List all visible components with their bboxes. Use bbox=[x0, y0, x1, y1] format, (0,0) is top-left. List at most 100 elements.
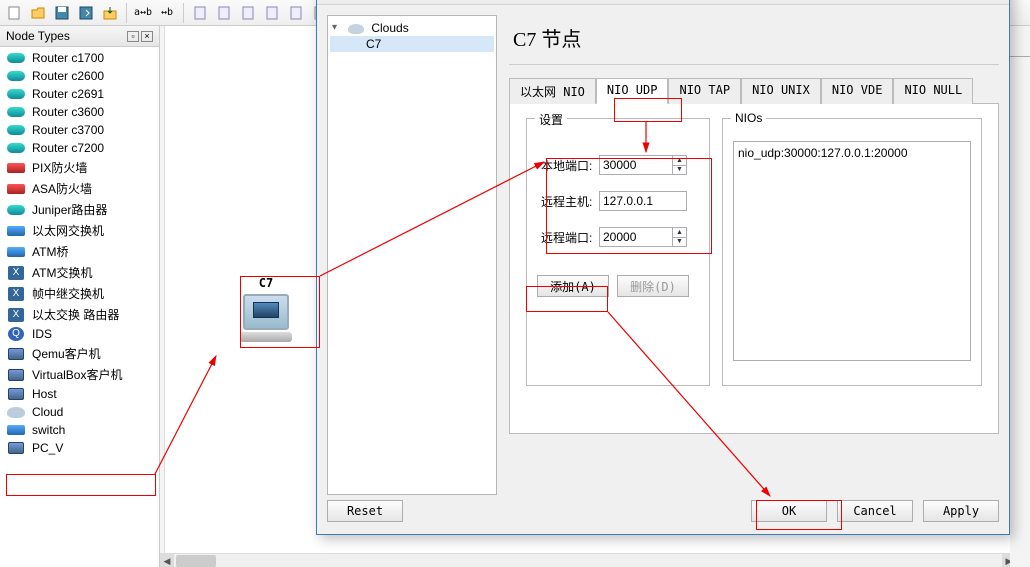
reset-button[interactable]: Reset bbox=[327, 500, 403, 522]
pc-icon bbox=[8, 369, 24, 381]
node-item-label: ATM桥 bbox=[32, 243, 68, 260]
node-item-11[interactable]: XATM交换机 bbox=[0, 262, 159, 283]
router-icon bbox=[7, 143, 25, 153]
toolbar-doc5-icon[interactable] bbox=[285, 2, 307, 24]
router-icon bbox=[7, 107, 25, 117]
right-edge-strip bbox=[1010, 26, 1030, 567]
node-item-19[interactable]: switch bbox=[0, 421, 159, 439]
tree-collapse-icon[interactable]: ▾ bbox=[332, 22, 343, 33]
local-port-spinner[interactable]: ▲▼ bbox=[673, 155, 687, 175]
tab-以太网-nio[interactable]: 以太网 NIO bbox=[509, 78, 596, 104]
firewall-icon bbox=[7, 184, 25, 194]
panel-undock-icon[interactable]: ▫ bbox=[127, 31, 139, 42]
switch-icon bbox=[7, 425, 25, 435]
apply-button[interactable]: Apply bbox=[923, 500, 999, 522]
node-item-label: Qemu客户机 bbox=[32, 345, 101, 362]
remote-host-label: 远程主机: bbox=[541, 193, 599, 210]
ok-button[interactable]: OK bbox=[751, 500, 827, 522]
node-item-6[interactable]: PIX防火墙 bbox=[0, 157, 159, 178]
dialog-footer: Reset OK Cancel Apply bbox=[327, 500, 999, 522]
node-item-label: Router c3700 bbox=[32, 123, 104, 137]
router-icon bbox=[7, 125, 25, 135]
node-item-1[interactable]: Router c2600 bbox=[0, 67, 159, 85]
node-item-13[interactable]: X以太交换 路由器 bbox=[0, 304, 159, 325]
node-item-7[interactable]: ASA防火墙 bbox=[0, 178, 159, 199]
panel-close-icon[interactable]: × bbox=[141, 31, 153, 42]
node-item-5[interactable]: Router c7200 bbox=[0, 139, 159, 157]
switch-icon bbox=[7, 247, 25, 257]
node-item-8[interactable]: Juniper路由器 bbox=[0, 199, 159, 220]
remote-host-input[interactable] bbox=[599, 191, 687, 211]
dialog-heading: C7 节点 bbox=[509, 15, 999, 65]
matrix-icon: X bbox=[8, 287, 24, 301]
computer-icon bbox=[243, 294, 289, 330]
toolbar-doc4-icon[interactable] bbox=[261, 2, 283, 24]
toolbar-save-icon[interactable] bbox=[51, 2, 73, 24]
toolbar-replace-b-icon[interactable]: ↔b bbox=[156, 2, 178, 24]
cancel-button[interactable]: Cancel bbox=[837, 500, 913, 522]
node-item-18[interactable]: Cloud bbox=[0, 403, 159, 421]
matrix-icon: X bbox=[8, 308, 24, 322]
tab-nio-udp[interactable]: NIO UDP bbox=[596, 78, 669, 104]
delete-button[interactable]: 删除(D) bbox=[617, 275, 689, 297]
tree-root-label: Clouds bbox=[371, 21, 408, 35]
computer-base-icon bbox=[240, 332, 292, 342]
node-item-0[interactable]: Router c1700 bbox=[0, 49, 159, 67]
router-icon bbox=[7, 89, 25, 99]
node-item-17[interactable]: Host bbox=[0, 385, 159, 403]
toolbar-saveas-icon[interactable] bbox=[75, 2, 97, 24]
remote-port-input[interactable] bbox=[599, 227, 673, 247]
node-item-label: ATM交换机 bbox=[32, 264, 92, 281]
node-item-14[interactable]: QIDS bbox=[0, 325, 159, 343]
toolbar-export-icon[interactable] bbox=[99, 2, 121, 24]
nios-legend: NIOs bbox=[731, 111, 766, 125]
node-item-label: PIX防火墙 bbox=[32, 159, 87, 176]
router-icon bbox=[7, 53, 25, 63]
toolbar-open-icon[interactable] bbox=[27, 2, 49, 24]
scroll-left-icon[interactable]: ◀ bbox=[160, 554, 174, 567]
nio-list[interactable]: nio_udp:30000:127.0.0.1:20000 bbox=[733, 141, 971, 361]
tree-child-label: C7 bbox=[366, 37, 381, 51]
node-list[interactable]: Router c1700Router c2600 Router c2691 Rout… bbox=[0, 47, 159, 567]
tabs: 以太网 NIONIO UDPNIO TAPNIO UNIXNIO VDENIO … bbox=[509, 77, 999, 104]
node-item-12[interactable]: X帧中继交换机 bbox=[0, 283, 159, 304]
remote-port-label: 远程端口: bbox=[541, 229, 599, 246]
tree-child[interactable]: C7 bbox=[330, 36, 494, 52]
tab-nio-tap[interactable]: NIO TAP bbox=[668, 78, 741, 104]
scroll-thumb[interactable] bbox=[176, 555, 216, 567]
node-item-15[interactable]: Qemu客户机 bbox=[0, 343, 159, 364]
tab-nio-vde[interactable]: NIO VDE bbox=[821, 78, 894, 104]
node-item-10[interactable]: ATM桥 bbox=[0, 241, 159, 262]
dialog-tree[interactable]: ▾ Clouds C7 bbox=[327, 15, 497, 495]
node-item-label: VirtualBox客户机 bbox=[32, 366, 122, 383]
canvas-node-label: C7 bbox=[240, 276, 292, 290]
node-item-16[interactable]: VirtualBox客户机 bbox=[0, 364, 159, 385]
toolbar-doc1-icon[interactable] bbox=[189, 2, 211, 24]
cloud-icon bbox=[348, 24, 364, 34]
node-item-2[interactable]: Router c2691 bbox=[0, 85, 159, 103]
node-item-label: Router c2691 bbox=[32, 87, 104, 101]
horizontal-scrollbar[interactable]: ◀ ▶ bbox=[160, 553, 1016, 567]
router-icon bbox=[7, 71, 25, 81]
nio-list-item[interactable]: nio_udp:30000:127.0.0.1:20000 bbox=[738, 146, 966, 160]
toolbar-doc3-icon[interactable] bbox=[237, 2, 259, 24]
nios-group: NIOs nio_udp:30000:127.0.0.1:20000 bbox=[722, 118, 982, 386]
node-item-9[interactable]: 以太网交换机 bbox=[0, 220, 159, 241]
toolbar-doc2-icon[interactable] bbox=[213, 2, 235, 24]
tab-nio-null[interactable]: NIO NULL bbox=[893, 78, 973, 104]
pc-icon bbox=[8, 348, 24, 360]
node-item-3[interactable]: Router c3600 bbox=[0, 103, 159, 121]
panel-title: Node Types bbox=[6, 29, 70, 43]
toolbar-new-icon[interactable] bbox=[3, 2, 25, 24]
toolbar-replace-a-icon[interactable]: a↔b bbox=[132, 2, 154, 24]
local-port-input[interactable] bbox=[599, 155, 673, 175]
pc-icon bbox=[8, 388, 24, 400]
tab-nio-unix[interactable]: NIO UNIX bbox=[741, 78, 821, 104]
remote-port-spinner[interactable]: ▲▼ bbox=[673, 227, 687, 247]
add-button[interactable]: 添加(A) bbox=[537, 275, 609, 297]
node-item-label: 以太网交换机 bbox=[32, 222, 104, 239]
tree-root[interactable]: ▾ Clouds bbox=[330, 20, 494, 36]
canvas-node-c7[interactable]: C7 bbox=[240, 276, 292, 342]
node-item-4[interactable]: Router c3700 bbox=[0, 121, 159, 139]
node-item-20[interactable]: PC_V bbox=[0, 439, 159, 457]
